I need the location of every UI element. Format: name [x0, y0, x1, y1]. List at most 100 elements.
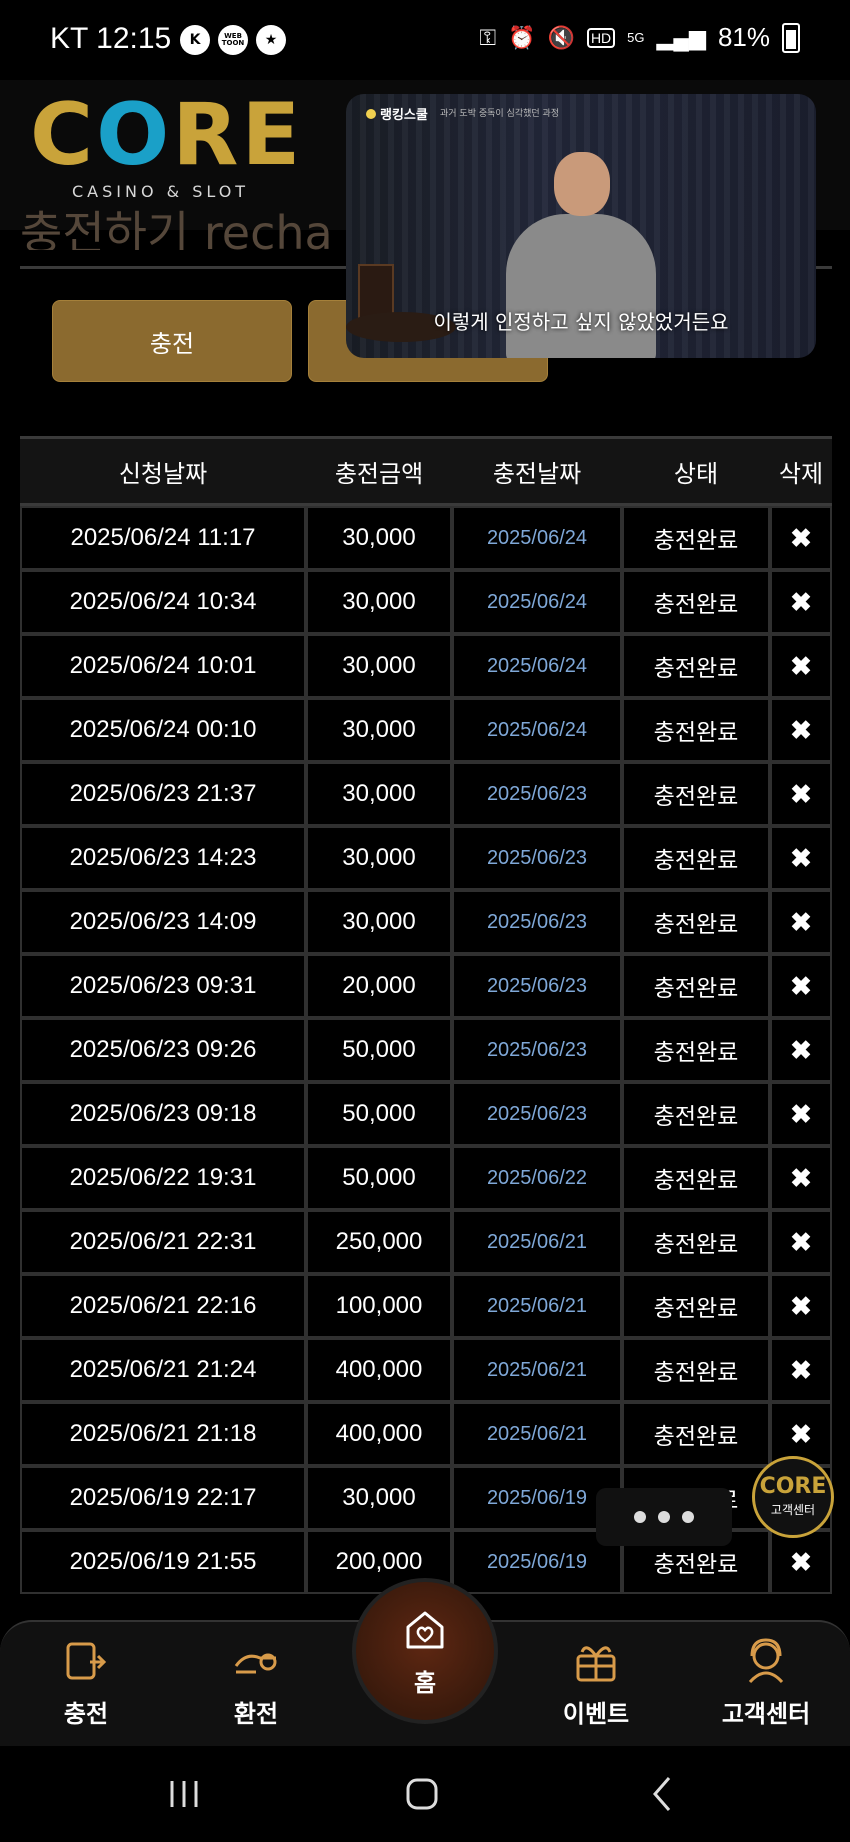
charge-history-table: 신청날짜 충전금액 충전날짜 상태 삭제 2025/06/24 11:17 30,… [20, 436, 832, 1620]
delete-button[interactable]: ✖ [770, 954, 832, 1018]
cell-status: 충전완료 [622, 826, 770, 890]
cell-charge-date: 2025/06/23 [452, 826, 622, 890]
delete-button[interactable]: ✖ [770, 1082, 832, 1146]
back-button[interactable] [632, 1770, 692, 1818]
nav-charge[interactable]: 충전 [16, 1636, 156, 1736]
speaker-head [554, 152, 610, 216]
cell-amount: 30,000 [306, 762, 452, 826]
table-row: 2025/06/21 21:18 400,000 2025/06/21 충전완료 ✖ [20, 1402, 832, 1466]
battery-percent: 81% [717, 22, 770, 52]
nav-support-label: 고객센터 [721, 1700, 811, 1728]
recents-button[interactable] [154, 1770, 214, 1818]
delete-button[interactable]: ✖ [770, 826, 832, 890]
nav-support[interactable]: 고객센터 [696, 1636, 836, 1736]
table-row: 2025/06/24 11:17 30,000 2025/06/24 충전완료 ✖ [20, 506, 832, 570]
nav-home-label: 홈 [413, 1668, 437, 1697]
cell-charge-date: 2025/06/23 [452, 762, 622, 826]
table-row: 2025/06/23 21:37 30,000 2025/06/23 충전완료 ✖ [20, 762, 832, 826]
delete-button[interactable]: ✖ [770, 1338, 832, 1402]
cell-charge-date: 2025/06/23 [452, 890, 622, 954]
cell-request-date: 2025/06/21 21:24 [20, 1338, 306, 1402]
delete-button[interactable]: ✖ [770, 1018, 832, 1082]
star-app-icon: ★ [256, 25, 286, 55]
cell-charge-date: 2025/06/24 [452, 634, 622, 698]
cell-amount: 50,000 [306, 1146, 452, 1210]
header-amount: 충전금액 [306, 436, 452, 506]
cell-amount: 30,000 [306, 698, 452, 762]
cell-amount: 30,000 [306, 634, 452, 698]
cell-request-date: 2025/06/22 19:31 [20, 1146, 306, 1210]
cell-status: 충전완료 [622, 698, 770, 762]
cell-amount: 30,000 [306, 506, 452, 570]
table-row: 2025/06/21 21:24 400,000 2025/06/21 충전완료 ✖ [20, 1338, 832, 1402]
delete-button[interactable]: ✖ [770, 1210, 832, 1274]
cell-request-date: 2025/06/19 21:55 [20, 1530, 306, 1594]
delete-button[interactable]: ✖ [770, 698, 832, 762]
page-title: 충전하기 recha [20, 210, 333, 250]
cell-charge-date: 2025/06/24 [452, 506, 622, 570]
dot-icon [634, 1511, 646, 1523]
table-row: 2025/06/23 14:23 30,000 2025/06/23 충전완료 ✖ [20, 826, 832, 890]
delete-button[interactable]: ✖ [770, 634, 832, 698]
delete-button[interactable]: ✖ [770, 890, 832, 954]
table-row: 2025/06/21 22:31 250,000 2025/06/21 충전완료 ✖ [20, 1210, 832, 1274]
core-logo[interactable]: CORE CASINO & SLOT [30, 92, 300, 212]
video-caption-small: 과거 도박 중독이 심각했던 과정 [440, 109, 560, 119]
cell-request-date: 2025/06/21 22:31 [20, 1210, 306, 1274]
cell-amount: 400,000 [306, 1338, 452, 1402]
cell-request-date: 2025/06/24 11:17 [20, 506, 306, 570]
header-charge-date: 충전날짜 [452, 436, 622, 506]
header-status: 상태 [622, 436, 770, 506]
cs-label: 고객센터 [770, 1503, 816, 1517]
nav-home-button[interactable]: 홈 [352, 1578, 498, 1724]
table-row: 2025/06/24 00:10 30,000 2025/06/24 충전완료 ✖ [20, 698, 832, 762]
table-row: 2025/06/23 09:26 50,000 2025/06/23 충전완료 ✖ [20, 1018, 832, 1082]
delete-button[interactable]: ✖ [770, 1146, 832, 1210]
video-pip-player[interactable]: 랭킹스쿨 과거 도박 중독이 심각했던 과정 이렇게 인정하고 싶지 않았었거든… [346, 94, 816, 358]
exchange-icon [230, 1636, 282, 1688]
cell-request-date: 2025/06/24 10:34 [20, 570, 306, 634]
delete-button[interactable]: ✖ [770, 1530, 832, 1594]
delete-button[interactable]: ✖ [770, 1274, 832, 1338]
cell-charge-date: 2025/06/23 [452, 954, 622, 1018]
home-icon [406, 1778, 438, 1810]
delete-button[interactable]: ✖ [770, 506, 832, 570]
cell-request-date: 2025/06/21 21:18 [20, 1402, 306, 1466]
table-row: 2025/06/23 09:18 50,000 2025/06/23 충전완료 ✖ [20, 1082, 832, 1146]
carrier-time: KT 12:15 [50, 22, 172, 55]
channel-tag: 랭킹스쿨 [366, 104, 428, 123]
table-row: 2025/06/24 10:34 30,000 2025/06/24 충전완료 ✖ [20, 570, 832, 634]
table-row: 2025/06/22 19:31 50,000 2025/06/22 충전완료 ✖ [20, 1146, 832, 1210]
cell-request-date: 2025/06/23 09:18 [20, 1082, 306, 1146]
nav-exchange[interactable]: 환전 [186, 1636, 326, 1736]
system-navigation-bar [0, 1746, 850, 1842]
charge-tab-button[interactable]: 충전 [52, 300, 292, 382]
back-icon [653, 1777, 671, 1811]
table-row: 2025/06/23 09:31 20,000 2025/06/23 충전완료 ✖ [20, 954, 832, 1018]
header-request-date: 신청날짜 [20, 436, 306, 506]
home-system-button[interactable] [392, 1770, 452, 1818]
table-row: 2025/06/23 14:09 30,000 2025/06/23 충전완료 ✖ [20, 890, 832, 954]
delete-button[interactable]: ✖ [770, 570, 832, 634]
heart-home-icon [400, 1605, 450, 1659]
cell-charge-date: 2025/06/21 [452, 1210, 622, 1274]
customer-center-float-button[interactable]: CORE 고객센터 [752, 1456, 834, 1538]
nav-event[interactable]: 이벤트 [526, 1636, 666, 1736]
cell-amount: 30,000 [306, 570, 452, 634]
hd-icon: HD [586, 27, 616, 48]
video-subtitle: 이렇게 인정하고 싶지 않았었거든요 [433, 310, 729, 334]
cell-request-date: 2025/06/23 21:37 [20, 762, 306, 826]
delete-button[interactable]: ✖ [770, 762, 832, 826]
cell-amount: 20,000 [306, 954, 452, 1018]
speaker-body [506, 214, 656, 358]
dot-icon [682, 1511, 694, 1523]
more-options-button[interactable] [596, 1488, 732, 1546]
cell-request-date: 2025/06/23 09:26 [20, 1018, 306, 1082]
cell-charge-date: 2025/06/22 [452, 1146, 622, 1210]
cell-request-date: 2025/06/19 22:17 [20, 1466, 306, 1530]
channel-name: 랭킹스쿨 [380, 108, 428, 123]
cell-request-date: 2025/06/23 14:23 [20, 826, 306, 890]
cell-status: 충전완료 [622, 954, 770, 1018]
cell-charge-date: 2025/06/21 [452, 1402, 622, 1466]
cell-charge-date: 2025/06/23 [452, 1018, 622, 1082]
